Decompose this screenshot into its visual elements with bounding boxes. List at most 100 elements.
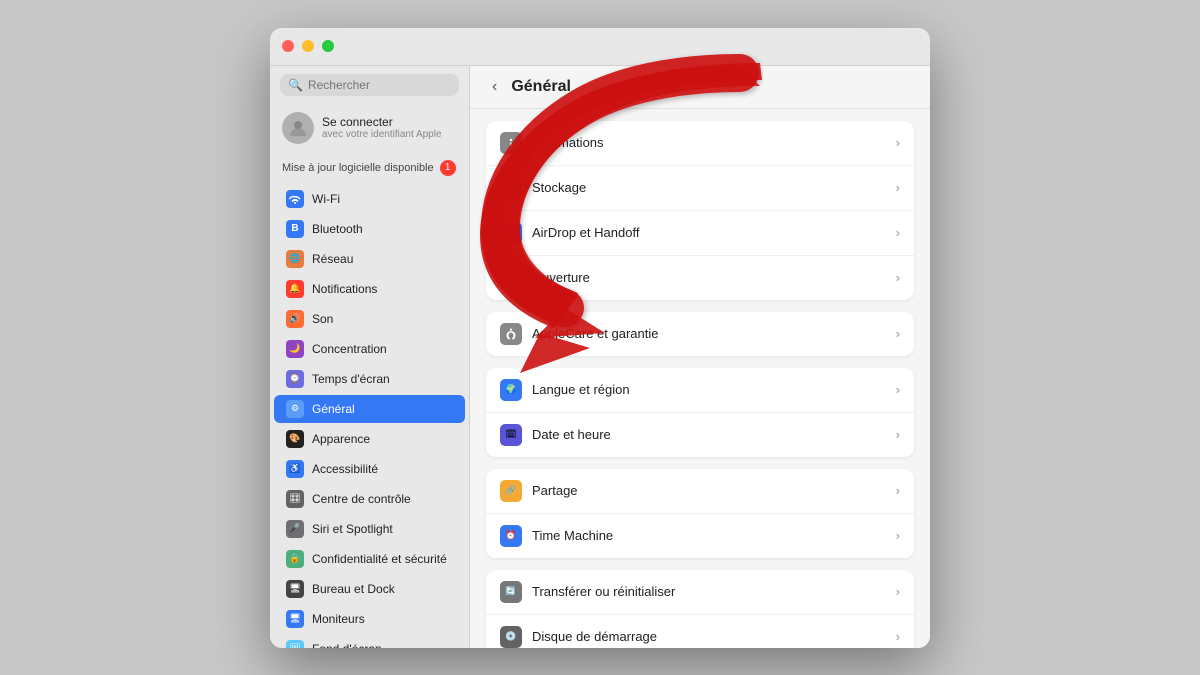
settings-group-4: 🔗 Partage › ⏰ Time Machine › [486, 469, 914, 558]
accessibility-icon: ♿ [286, 460, 304, 478]
settings-row-sharing[interactable]: 🔗 Partage › [486, 469, 914, 514]
startup-icon: 💿 [500, 626, 522, 648]
monitors-icon: 🖥 [286, 610, 304, 628]
main-header: ‹ Général [470, 66, 930, 109]
sidebar-item-monitors[interactable]: 🖥 Moniteurs [274, 605, 465, 633]
login-icon [500, 267, 522, 289]
sidebar-item-screentime[interactable]: ⌚ Temps d'écran [274, 365, 465, 393]
settings-row-timemachine[interactable]: ⏰ Time Machine › [486, 514, 914, 558]
settings-row-login[interactable]: Ouverture › [486, 256, 914, 300]
profile-name: Se connecter [322, 115, 442, 129]
sidebar-item-label: Notifications [312, 282, 377, 296]
row-label-sharing: Partage [532, 483, 896, 498]
chevron-icon: › [896, 584, 900, 599]
focus-icon: 🌙 [286, 340, 304, 358]
settings-row-info[interactable]: Informations › [486, 121, 914, 166]
sidebar-item-label: Centre de contrôle [312, 492, 411, 506]
titlebar [270, 28, 930, 66]
screentime-icon: ⌚ [286, 370, 304, 388]
sidebar-item-label: Siri et Spotlight [312, 522, 393, 536]
info-icon [500, 132, 522, 154]
sound-icon: 🔊 [286, 310, 304, 328]
settings-group-2: AppleCare et garantie › [486, 312, 914, 356]
chevron-icon: › [896, 225, 900, 240]
sidebar-item-label: Accessibilité [312, 462, 378, 476]
settings-group-1: Informations › Stockage › [486, 121, 914, 300]
sidebar-item-control[interactable]: 🎛 Centre de contrôle [274, 485, 465, 513]
main-window: 🔍 Se connecter avec votre identifiant Ap… [270, 28, 930, 648]
sidebar-item-sound[interactable]: 🔊 Son [274, 305, 465, 333]
language-icon: 🌍 [500, 379, 522, 401]
chevron-icon: › [896, 382, 900, 397]
maximize-button[interactable] [322, 40, 334, 52]
update-badge: 1 [440, 160, 456, 176]
profile-subtitle: avec votre identifiant Apple [322, 129, 442, 140]
profile-text: Se connecter avec votre identifiant Appl… [322, 115, 442, 140]
sidebar-item-notifications[interactable]: 🔔 Notifications [274, 275, 465, 303]
traffic-lights [282, 40, 334, 52]
timemachine-icon: ⏰ [500, 525, 522, 547]
settings-row-storage[interactable]: Stockage › [486, 166, 914, 211]
sidebar-item-label: Temps d'écran [312, 372, 390, 386]
back-button[interactable]: ‹ [486, 76, 503, 98]
row-label-login: Ouverture [532, 270, 896, 285]
sidebar-item-label: Réseau [312, 252, 353, 266]
settings-row-transfer[interactable]: 🔄 Transférer ou réinitialiser › [486, 570, 914, 615]
settings-row-startup[interactable]: 💿 Disque de démarrage › [486, 615, 914, 648]
sidebar-item-bluetooth[interactable]: B Bluetooth [274, 215, 465, 243]
main-content: ‹ Général Informations › [470, 66, 930, 648]
update-text: Mise à jour logicielle disponible [282, 162, 434, 174]
sidebar-item-network[interactable]: 🌐 Réseau [274, 245, 465, 273]
search-box[interactable]: 🔍 [280, 74, 459, 96]
update-banner[interactable]: Mise à jour logicielle disponible 1 [278, 156, 461, 180]
privacy-icon: 🔒 [286, 550, 304, 568]
sidebar-item-label: Fond d'écran [312, 642, 382, 648]
sidebar-item-label: Son [312, 312, 333, 326]
sharing-icon: 🔗 [500, 480, 522, 502]
row-label-datetime: Date et heure [532, 427, 896, 442]
row-label-applecare: AppleCare et garantie [532, 326, 896, 341]
settings-row-applecare[interactable]: AppleCare et garantie › [486, 312, 914, 356]
storage-icon [500, 177, 522, 199]
settings-group-3: 🌍 Langue et région › 🗓 Date et heure › [486, 368, 914, 457]
sidebar-item-focus[interactable]: 🌙 Concentration [274, 335, 465, 363]
search-icon: 🔍 [288, 78, 303, 92]
chevron-icon: › [896, 528, 900, 543]
control-icon: 🎛 [286, 490, 304, 508]
bluetooth-icon: B [286, 220, 304, 238]
sidebar-item-label: Moniteurs [312, 612, 365, 626]
sidebar-item-accessibility[interactable]: ♿ Accessibilité [274, 455, 465, 483]
applecare-icon [500, 323, 522, 345]
search-input[interactable] [308, 78, 451, 92]
sidebar-item-label: Bluetooth [312, 222, 363, 236]
settings-row-airdrop[interactable]: AirDrop et Handoff › [486, 211, 914, 256]
sidebar-item-label: Confidentialité et sécurité [312, 552, 447, 566]
sidebar-item-siri[interactable]: 🎤 Siri et Spotlight [274, 515, 465, 543]
minimize-button[interactable] [302, 40, 314, 52]
transfer-icon: 🔄 [500, 581, 522, 603]
sidebar-item-label: Concentration [312, 342, 387, 356]
row-label-timemachine: Time Machine [532, 528, 896, 543]
chevron-icon: › [896, 326, 900, 341]
sidebar-item-label: Wi-Fi [312, 192, 340, 206]
sidebar-item-wifi[interactable]: Wi-Fi [274, 185, 465, 213]
sidebar-item-general[interactable]: ⚙ Général [274, 395, 465, 423]
network-icon: 🌐 [286, 250, 304, 268]
page-title: Général [511, 78, 571, 96]
settings-row-language[interactable]: 🌍 Langue et région › [486, 368, 914, 413]
siri-icon: 🎤 [286, 520, 304, 538]
sidebar-item-wallpaper[interactable]: 🖼 Fond d'écran [274, 635, 465, 648]
settings-row-datetime[interactable]: 🗓 Date et heure › [486, 413, 914, 457]
profile-section[interactable]: Se connecter avec votre identifiant Appl… [270, 104, 469, 152]
avatar [282, 112, 314, 144]
sidebar-item-desktop[interactable]: 🖥 Bureau et Dock [274, 575, 465, 603]
sidebar-item-privacy[interactable]: 🔒 Confidentialité et sécurité [274, 545, 465, 573]
wifi-icon [286, 190, 304, 208]
sidebar-item-appearance[interactable]: 🎨 Apparence [274, 425, 465, 453]
settings-group-5: 🔄 Transférer ou réinitialiser › 💿 Disque… [486, 570, 914, 648]
row-label-airdrop: AirDrop et Handoff [532, 225, 896, 240]
close-button[interactable] [282, 40, 294, 52]
notifications-icon: 🔔 [286, 280, 304, 298]
chevron-icon: › [896, 180, 900, 195]
row-label-info: Informations [532, 135, 896, 150]
